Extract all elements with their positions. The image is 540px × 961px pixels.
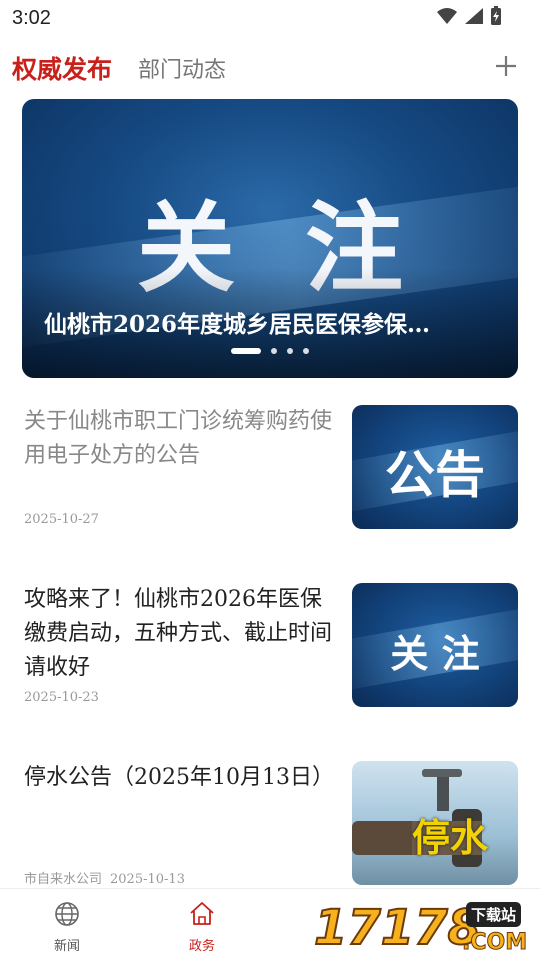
news-source: 市自来水公司	[24, 872, 103, 887]
add-channel-icon[interactable]	[494, 54, 518, 78]
top-tabs: 权威发布 部门动态	[0, 46, 540, 90]
status-bar: 3:02	[0, 0, 540, 38]
wifi-icon	[437, 8, 457, 24]
news-date: 2025-10-13	[110, 872, 185, 887]
thumbnail-text: 公告	[385, 446, 485, 504]
nav-item-news[interactable]: 新闻	[37, 901, 97, 954]
news-item[interactable]: 关于仙桃市职工门诊统筹购药使用电子处方的公告 2025-10-27 公告	[0, 405, 540, 529]
news-thumbnail[interactable]: 关 注	[352, 583, 518, 707]
news-meta: 市自来水公司 2025-10-13	[24, 868, 185, 887]
nav-label-news: 新闻	[53, 939, 80, 954]
cell-signal-icon	[465, 8, 483, 24]
status-time: 3:02	[12, 7, 51, 29]
nav-label-government: 政务	[188, 939, 215, 954]
carousel-indicator	[22, 348, 518, 354]
carousel-dot-3[interactable]	[287, 348, 293, 354]
news-meta: 2025-10-23	[24, 690, 99, 705]
banner-caption[interactable]: 仙桃市2026年度城乡居民医保参保…	[44, 305, 484, 339]
globe-icon	[55, 902, 79, 926]
battery-icon	[491, 6, 501, 25]
news-title[interactable]: 停水公告（2025年10月13日）	[24, 761, 340, 795]
carousel-dot-1[interactable]	[231, 348, 261, 354]
banner-carousel[interactable]: 关注 仙桃市2026年度城乡居民医保参保…	[22, 99, 518, 378]
status-icons	[436, 6, 502, 26]
site-watermark: 17178 下载站 .COM	[306, 898, 536, 960]
carousel-dot-4[interactable]	[303, 348, 309, 354]
news-item[interactable]: 停水公告（2025年10月13日） 市自来水公司 2025-10-13 停水	[0, 761, 540, 887]
thumbnail-text: 关 注	[390, 632, 480, 676]
news-thumbnail[interactable]: 停水	[352, 761, 518, 885]
tab-department-news[interactable]: 部门动态	[138, 52, 226, 84]
news-thumbnail[interactable]: 公告	[352, 405, 518, 529]
watermark-badge: 下载站	[466, 902, 522, 927]
watermark-suffix: .COM	[461, 930, 528, 956]
nav-item-government[interactable]: 政务	[172, 901, 232, 954]
home-icon	[190, 902, 214, 925]
news-date: 2025-10-27	[24, 512, 99, 527]
news-item[interactable]: 攻略来了！仙桃市2026年医保缴费启动，五种方式、截止时间请收好 2025-10…	[0, 583, 540, 707]
tab-authoritative-release[interactable]: 权威发布	[12, 50, 112, 86]
news-title[interactable]: 关于仙桃市职工门诊统筹购药使用电子处方的公告	[24, 405, 340, 473]
news-meta: 2025-10-27	[24, 512, 99, 527]
watermark-number: 17178	[313, 899, 482, 957]
thumbnail-text: 停水	[411, 816, 488, 860]
news-title[interactable]: 攻略来了！仙桃市2026年医保缴费启动，五种方式、截止时间请收好	[24, 583, 340, 685]
carousel-dot-2[interactable]	[271, 348, 277, 354]
news-date: 2025-10-23	[24, 690, 99, 705]
